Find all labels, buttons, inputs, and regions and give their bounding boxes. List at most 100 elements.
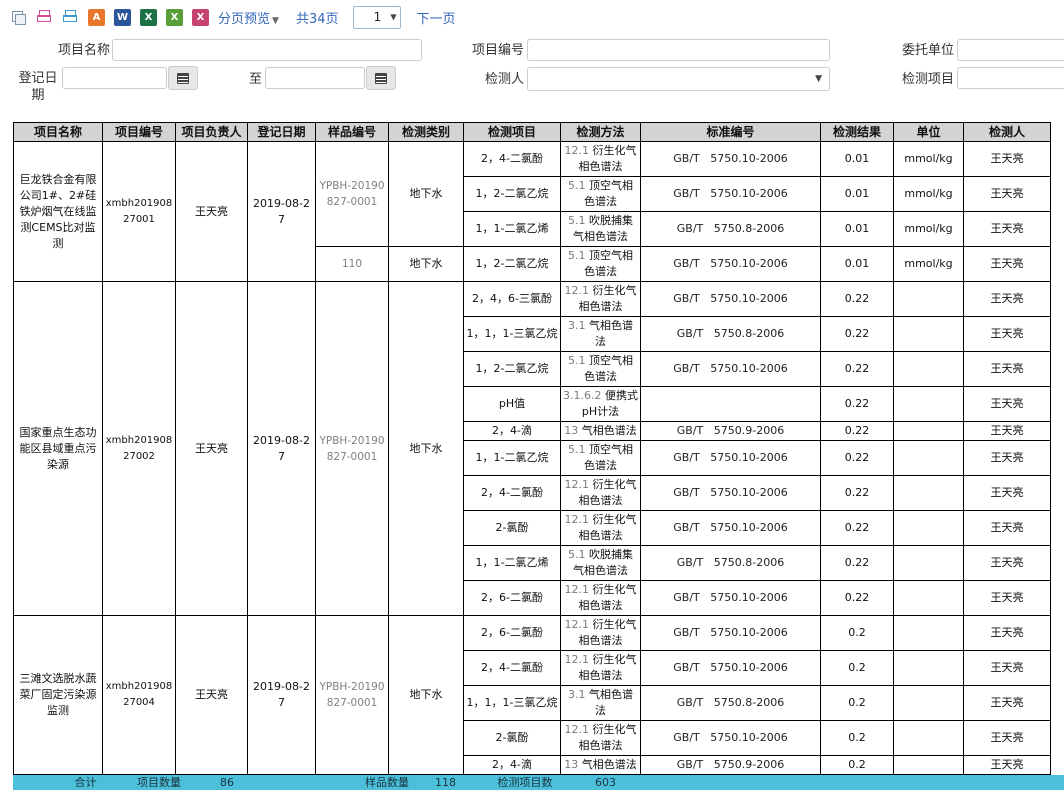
cell-tester: 王天亮 — [964, 142, 1051, 177]
cell-tester: 王天亮 — [964, 581, 1051, 616]
column-header: 项目编号 — [103, 123, 176, 142]
paging-preview-button[interactable]: 分页预览▼ — [218, 8, 279, 27]
totals-bar: 合计 项目数量 86 样品数量 118 检测项目数 603 — [13, 775, 1064, 790]
cell-unit — [894, 651, 964, 686]
cell-standard-code: GB/T 5750.10-2006 — [641, 511, 821, 546]
cell-tester: 王天亮 — [964, 721, 1051, 756]
cell-test-method: 5.1 顶空气相色谱法 — [561, 441, 641, 476]
cell-tester: 王天亮 — [964, 352, 1051, 387]
table-row: 三滩文选脱水蔬菜厂固定污染源监测xmbh20190827004王天亮2019-0… — [14, 616, 1051, 651]
cell-standard-code: GB/T 5750.10-2006 — [641, 476, 821, 511]
printer-blue-icon[interactable] — [62, 9, 79, 26]
cell-standard-code: GB/T 5750.10-2006 — [641, 581, 821, 616]
cell-standard-code: GB/T 5750.10-2006 — [641, 441, 821, 476]
cell-test-method: 3.1 气相色谱法 — [561, 317, 641, 352]
cell-standard-code: GB/T 5750.8-2006 — [641, 546, 821, 581]
calendar-from-button[interactable] — [168, 66, 198, 90]
project-code-input[interactable] — [527, 39, 830, 61]
register-date-from-input[interactable] — [62, 67, 167, 89]
cell-test-result: 0.2 — [821, 651, 894, 686]
cell-test-item: 1，1-二氯乙烷 — [464, 441, 561, 476]
column-header: 单位 — [894, 123, 964, 142]
register-date-to-input[interactable] — [265, 67, 365, 89]
cell-standard-code: GB/T 5750.9-2006 — [641, 422, 821, 441]
pdf-export-icon[interactable]: A — [88, 9, 105, 26]
cell-test-item: 1，2-二氯乙烷 — [464, 177, 561, 212]
excel2-export-icon[interactable]: X — [166, 9, 183, 26]
table-row: 巨龙铁合金有限公司1#、2#硅铁炉烟气在线监测CEMS比对监测xmbh20190… — [14, 142, 1051, 177]
item-count-value: 603 — [583, 775, 628, 790]
column-header: 检测类别 — [389, 123, 464, 142]
cell-tester: 王天亮 — [964, 546, 1051, 581]
word-export-icon[interactable]: W — [114, 9, 131, 26]
cell-test-item: 2-氯酚 — [464, 511, 561, 546]
cell-tester: 王天亮 — [964, 282, 1051, 317]
method-code: 12.1 — [565, 478, 590, 491]
client-input[interactable] — [957, 39, 1064, 61]
cell-test-method: 12.1 衍生化气相色谱法 — [561, 476, 641, 511]
cell-sample-code: 110 — [316, 247, 389, 282]
sample-count-value: 118 — [423, 775, 468, 790]
cell-sample-code: YPBH-20190827-0001 — [316, 142, 389, 247]
cell-test-item: 2-氯酚 — [464, 721, 561, 756]
cell-test-result: 0.22 — [821, 282, 894, 317]
table-header: 项目名称项目编号项目负责人登记日期样品编号检测类别检测项目检测方法标准编号检测结… — [14, 123, 1051, 142]
cell-test-category: 地下水 — [389, 247, 464, 282]
page-select[interactable]: 1 ▼ — [353, 6, 401, 29]
cell-test-result: 0.2 — [821, 686, 894, 721]
date-to-label: 至 — [246, 71, 262, 88]
cell-test-method: 12.1 衍生化气相色谱法 — [561, 511, 641, 546]
cell-test-item: 1，1-二氯乙烯 — [464, 212, 561, 247]
project-code-label: 项目编号 — [468, 42, 524, 59]
cell-unit — [894, 756, 964, 775]
cell-test-method: 12.1 衍生化气相色谱法 — [561, 651, 641, 686]
cell-project-code: xmbh20190827004 — [103, 616, 176, 775]
print-preview-icon[interactable] — [10, 9, 27, 26]
cell-test-item: pH值 — [464, 387, 561, 422]
cell-test-item: 1，1，1-三氯乙烷 — [464, 317, 561, 352]
column-header: 项目负责人 — [176, 123, 248, 142]
excel-export-icon[interactable]: X — [140, 9, 157, 26]
cell-unit: mmol/kg — [894, 177, 964, 212]
cell-test-method: 5.1 吹脱捕集气相色谱法 — [561, 212, 641, 247]
column-header: 项目名称 — [14, 123, 103, 142]
cell-test-method: 12.1 衍生化气相色谱法 — [561, 142, 641, 177]
test-item-input[interactable] — [957, 67, 1064, 89]
method-code: 5.1 — [568, 443, 586, 456]
cell-standard-code: GB/T 5750.10-2006 — [641, 616, 821, 651]
cell-tester: 王天亮 — [964, 511, 1051, 546]
page-select-value: 1 — [374, 10, 382, 24]
method-code: 13 — [564, 424, 578, 437]
printer-pink-icon[interactable] — [36, 9, 53, 26]
cell-project-leader: 王天亮 — [176, 142, 248, 282]
xml-export-icon[interactable]: X — [192, 9, 209, 26]
sample-count-label: 样品数量 — [344, 775, 430, 790]
tester-select[interactable]: ▼ — [527, 67, 830, 91]
project-name-input[interactable] — [112, 39, 422, 61]
cell-test-result: 0.22 — [821, 387, 894, 422]
cell-unit — [894, 686, 964, 721]
method-code: 5.1 — [568, 249, 586, 262]
method-code: 3.1 — [568, 688, 586, 701]
cell-unit — [894, 721, 964, 756]
cell-test-result: 0.01 — [821, 142, 894, 177]
cell-test-item: 1，1，1-三氯乙烷 — [464, 686, 561, 721]
cell-standard-code: GB/T 5750.10-2006 — [641, 721, 821, 756]
cell-unit: mmol/kg — [894, 142, 964, 177]
method-code: 5.1 — [568, 179, 586, 192]
method-code: 12.1 — [565, 284, 590, 297]
cell-test-method: 5.1 顶空气相色谱法 — [561, 247, 641, 282]
cell-test-method: 5.1 顶空气相色谱法 — [561, 352, 641, 387]
cell-test-result: 0.22 — [821, 317, 894, 352]
calendar-to-button[interactable] — [366, 66, 396, 90]
cell-standard-code: GB/T 5750.10-2006 — [641, 352, 821, 387]
chevron-down-icon: ▼ — [390, 13, 396, 22]
next-page-button[interactable]: 下一页 — [416, 8, 455, 27]
method-code: 5.1 — [568, 354, 586, 367]
cell-tester: 王天亮 — [964, 441, 1051, 476]
table-body: 巨龙铁合金有限公司1#、2#硅铁炉烟气在线监测CEMS比对监测xmbh20190… — [14, 142, 1051, 775]
cell-register-date: 2019-08-27 — [248, 616, 316, 775]
cell-tester: 王天亮 — [964, 212, 1051, 247]
method-code: 3.1.6.2 — [563, 389, 601, 402]
cell-unit — [894, 441, 964, 476]
